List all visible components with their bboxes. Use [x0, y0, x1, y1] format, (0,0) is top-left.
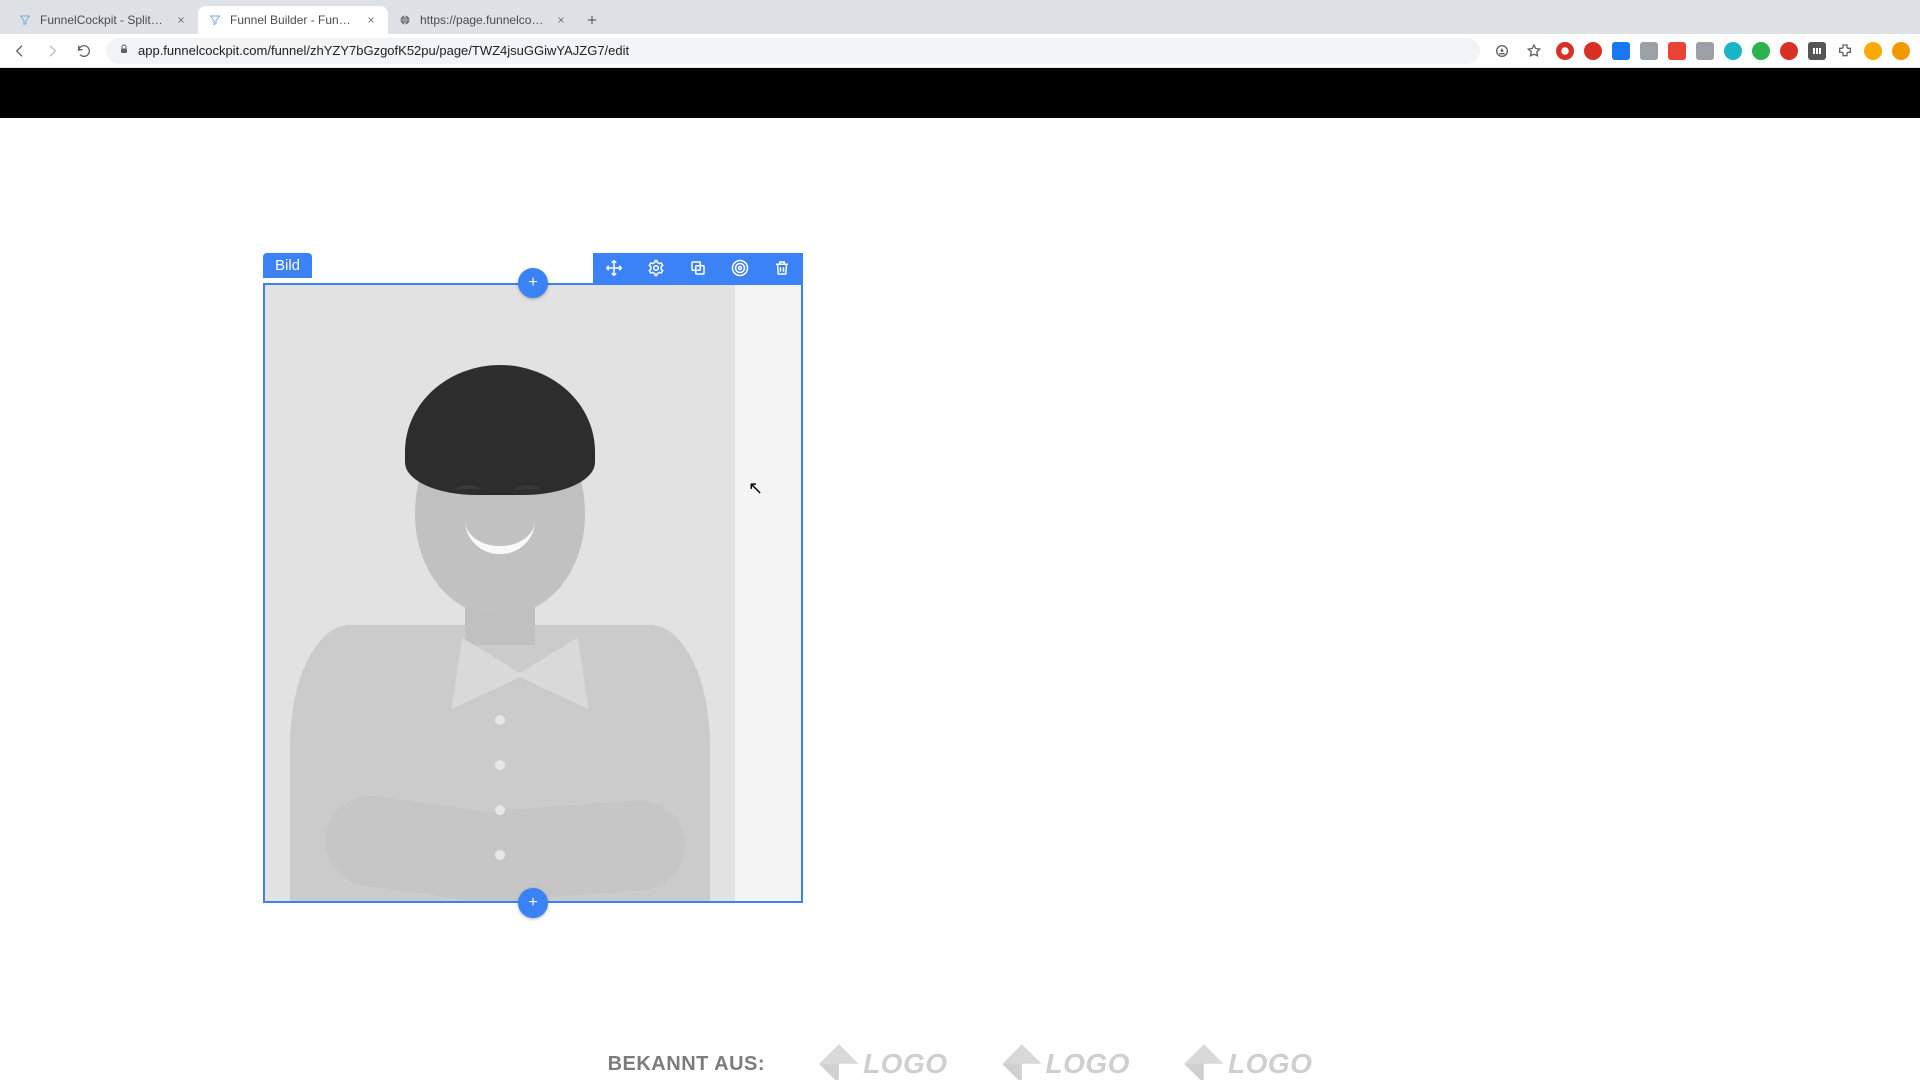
- extensions-menu-icon[interactable]: [1836, 42, 1854, 60]
- logo-diamond-icon: [819, 1044, 859, 1080]
- tab-close-icon[interactable]: [174, 13, 188, 27]
- mouse-cursor-icon: ↖: [748, 478, 763, 499]
- extension-icon[interactable]: [1780, 42, 1798, 60]
- logo-text: LOGO: [1046, 1048, 1130, 1080]
- nav-forward-button[interactable]: [42, 41, 62, 61]
- toolbar-copy-button[interactable]: [677, 253, 719, 283]
- tab-title: https://page.funnelcockpit.co: [420, 13, 546, 27]
- placeholder-logo: LOGO: [825, 1048, 947, 1080]
- tab-close-icon[interactable]: [554, 13, 568, 27]
- extension-icon[interactable]: [1752, 42, 1770, 60]
- add-element-above-button[interactable]: +: [518, 268, 548, 298]
- browser-tab[interactable]: FunnelCockpit - Splittests, Ma: [8, 6, 198, 34]
- logo-text: LOGO: [863, 1048, 947, 1080]
- image-content: [265, 285, 735, 901]
- lock-icon: [118, 43, 130, 58]
- extension-icon[interactable]: [1640, 42, 1658, 60]
- logo-text: LOGO: [1228, 1048, 1312, 1080]
- logo-diamond-icon: [1184, 1044, 1224, 1080]
- toolbar-delete-button[interactable]: [761, 253, 803, 283]
- nav-back-button[interactable]: [10, 41, 30, 61]
- placeholder-logo: LOGO: [1190, 1048, 1312, 1080]
- favicon-globe-icon: [398, 13, 412, 27]
- browser-tab[interactable]: Funnel Builder - FunnelCockpit: [198, 6, 388, 34]
- known-from-section: BEKANNT AUS: LOGO LOGO LOGO: [0, 1048, 1920, 1080]
- favicon-funnel-icon: [208, 13, 222, 27]
- element-toolbar: [593, 253, 803, 283]
- toolbar-move-button[interactable]: [593, 253, 635, 283]
- toolbar-settings-button[interactable]: [635, 253, 677, 283]
- toolbar-style-button[interactable]: [719, 253, 761, 283]
- address-bar: app.funnelcockpit.com/funnel/zhYZY7bGzgo…: [0, 34, 1920, 68]
- tab-title: FunnelCockpit - Splittests, Ma: [40, 13, 166, 27]
- new-tab-button[interactable]: [578, 6, 606, 34]
- extension-icon[interactable]: [1584, 42, 1602, 60]
- editor-canvas[interactable]: Bild: [0, 118, 1920, 1078]
- page-viewport: Bild: [0, 68, 1920, 1078]
- selected-element[interactable]: Bild: [263, 283, 803, 903]
- add-element-below-button[interactable]: +: [518, 888, 548, 918]
- tab-close-icon[interactable]: [364, 13, 378, 27]
- image-element[interactable]: [263, 283, 803, 903]
- known-from-label: BEKANNT AUS:: [608, 1053, 765, 1076]
- paused-sync-icon[interactable]: [1892, 42, 1910, 60]
- nav-reload-button[interactable]: [74, 41, 94, 61]
- logo-diamond-icon: [1002, 1044, 1042, 1080]
- omnibox[interactable]: app.funnelcockpit.com/funnel/zhYZY7bGzgo…: [106, 38, 1480, 64]
- profile-avatar[interactable]: [1864, 42, 1882, 60]
- tab-strip: FunnelCockpit - Splittests, Ma Funnel Bu…: [0, 0, 1920, 34]
- extension-icon[interactable]: [1808, 42, 1826, 60]
- install-app-icon[interactable]: [1492, 41, 1512, 61]
- extension-icon[interactable]: [1556, 42, 1574, 60]
- extension-icon[interactable]: [1724, 42, 1742, 60]
- tab-title: Funnel Builder - FunnelCockpit: [230, 13, 356, 27]
- url-text: app.funnelcockpit.com/funnel/zhYZY7bGzgo…: [138, 43, 629, 58]
- extension-icon[interactable]: [1668, 42, 1686, 60]
- selected-element-type-label: Bild: [263, 253, 312, 278]
- placeholder-logo: LOGO: [1008, 1048, 1130, 1080]
- plus-icon: +: [528, 274, 537, 292]
- plus-icon: +: [528, 894, 537, 912]
- extension-icon[interactable]: [1696, 42, 1714, 60]
- extensions-strip: [1556, 42, 1910, 60]
- bookmark-star-icon[interactable]: [1524, 41, 1544, 61]
- favicon-funnel-icon: [18, 13, 32, 27]
- browser-tab[interactable]: https://page.funnelcockpit.co: [388, 6, 578, 34]
- browser-chrome: FunnelCockpit - Splittests, Ma Funnel Bu…: [0, 0, 1920, 68]
- editor-topbar: [0, 68, 1920, 118]
- extension-icon[interactable]: [1612, 42, 1630, 60]
